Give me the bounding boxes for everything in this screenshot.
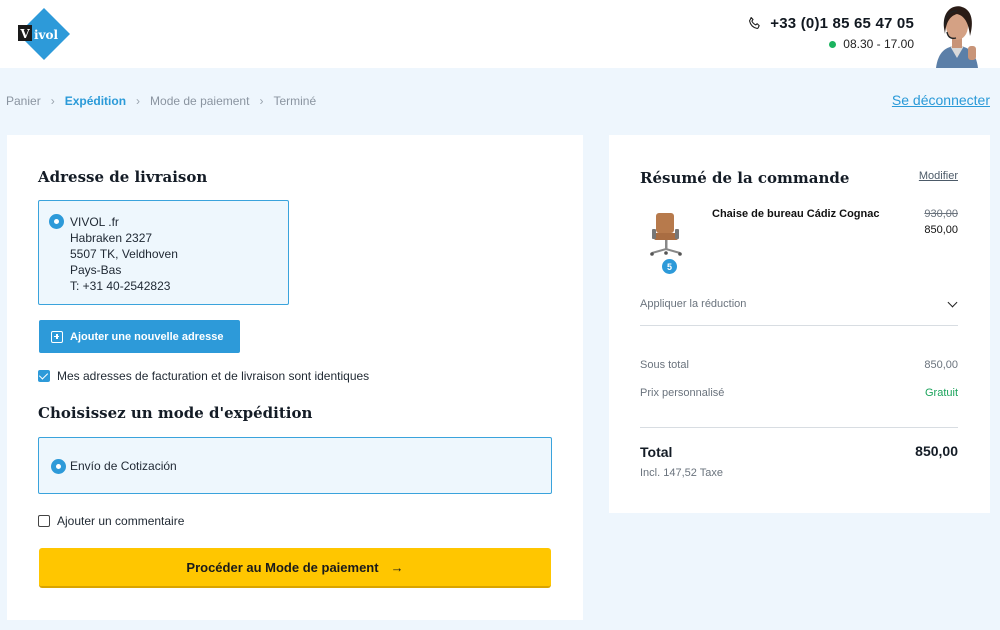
chevron-right-icon: › xyxy=(136,94,141,108)
subtotal-row: Sous total 850,00 xyxy=(640,359,958,371)
proceed-label: Procéder au Mode de paiement xyxy=(186,559,379,575)
tax-info: Incl. 147,52 Taxe xyxy=(640,467,723,479)
product-price: 850,00 xyxy=(924,224,958,236)
chevron-down-icon xyxy=(947,297,958,308)
svg-text:ivol: ivol xyxy=(34,28,59,42)
crumb-shipping[interactable]: Expédition xyxy=(65,94,126,108)
add-comment-option[interactable]: Ajouter un commentaire xyxy=(38,514,184,528)
hours-text: 08.30 - 17.00 xyxy=(843,37,914,51)
site-header: V ivol +33 (0)1 85 65 47 05 08.30 - 17.0… xyxy=(0,0,1000,68)
same-address-option[interactable]: Mes adresses de facturation et de livrai… xyxy=(38,369,369,383)
summary-divider xyxy=(640,427,958,428)
phone-icon xyxy=(749,17,761,29)
total-label: Total xyxy=(640,444,673,460)
modify-order-link[interactable]: Modifier xyxy=(919,170,958,182)
shipping-method-title: Choisissez un mode d'expédition xyxy=(38,404,313,422)
discount-label: Appliquer la réduction xyxy=(640,298,747,310)
plus-square-icon xyxy=(51,330,63,343)
phone-number[interactable]: +33 (0)1 85 65 47 05 xyxy=(770,15,914,32)
vivol-logo[interactable]: V ivol xyxy=(14,8,70,60)
address-line: Habraken 2327 xyxy=(70,231,153,245)
shipping-option[interactable]: Envío de Cotización xyxy=(38,437,552,494)
address-line: T: +31 40-2542823 xyxy=(70,279,171,293)
product-name[interactable]: Chaise de bureau Cádiz Cognac xyxy=(712,208,879,220)
custom-price-value: Gratuit xyxy=(924,387,958,399)
opening-hours: 08.30 - 17.00 xyxy=(829,37,914,51)
shipping-radio[interactable] xyxy=(51,459,66,474)
chevron-right-icon: › xyxy=(50,94,55,108)
same-address-label: Mes adresses de facturation et de livrai… xyxy=(57,369,370,383)
delivery-address-title: Adresse de livraison xyxy=(38,168,208,186)
address-line: 5507 TK, Veldhoven xyxy=(70,247,178,261)
address-option[interactable]: VIVOL .fr Habraken 2327 5507 TK, Veldhov… xyxy=(38,200,289,305)
support-phone[interactable]: +33 (0)1 85 65 47 05 xyxy=(747,15,914,32)
subtotal-label: Sous total xyxy=(640,359,689,371)
total-value: 850,00 xyxy=(915,443,958,459)
quantity-badge: 5 xyxy=(660,257,679,276)
custom-price-label: Prix personnalisé xyxy=(640,387,725,399)
support-agent-avatar xyxy=(936,6,978,68)
add-address-label: Ajouter une nouvelle adresse xyxy=(70,330,224,343)
add-comment-checkbox[interactable] xyxy=(38,515,50,527)
crumb-payment[interactable]: Mode de paiement xyxy=(150,94,249,108)
crumb-cart[interactable]: Panier xyxy=(6,94,41,108)
checkout-breadcrumb: Panier › Expédition › Mode de paiement ›… xyxy=(6,94,316,108)
address-line: VIVOL .fr xyxy=(70,215,119,229)
online-status-dot xyxy=(829,40,837,48)
address-text: VIVOL .fr Habraken 2327 5507 TK, Veldhov… xyxy=(70,214,178,294)
add-address-button[interactable]: Ajouter une nouvelle adresse xyxy=(39,320,240,353)
logout-link[interactable]: Se déconnecter xyxy=(892,92,990,108)
chevron-right-icon: › xyxy=(259,94,264,108)
add-comment-label: Ajouter un commentaire xyxy=(57,514,185,528)
product-old-price: 930,00 xyxy=(924,208,958,220)
custom-price-row: Prix personnalisé Gratuit xyxy=(640,387,958,399)
apply-discount-toggle[interactable]: Appliquer la réduction xyxy=(640,297,958,326)
proceed-to-payment-button[interactable]: Procéder au Mode de paiement → xyxy=(39,548,551,588)
address-radio[interactable] xyxy=(49,214,64,229)
crumb-done[interactable]: Terminé xyxy=(273,94,316,108)
order-summary-title: Résumé de la commande xyxy=(640,169,850,187)
order-summary-card: Résumé de la commande Modifier 5 Chaise … xyxy=(609,135,990,513)
svg-text:V: V xyxy=(19,27,30,41)
shipping-option-label: Envío de Cotización xyxy=(70,459,177,473)
subtotal-value: 850,00 xyxy=(924,359,958,371)
same-address-checkbox[interactable] xyxy=(38,370,50,382)
arrow-right-icon: → xyxy=(390,559,404,575)
address-line: Pays-Bas xyxy=(70,263,122,277)
checkout-form-card: Adresse de livraison VIVOL .fr Habraken … xyxy=(7,135,583,620)
